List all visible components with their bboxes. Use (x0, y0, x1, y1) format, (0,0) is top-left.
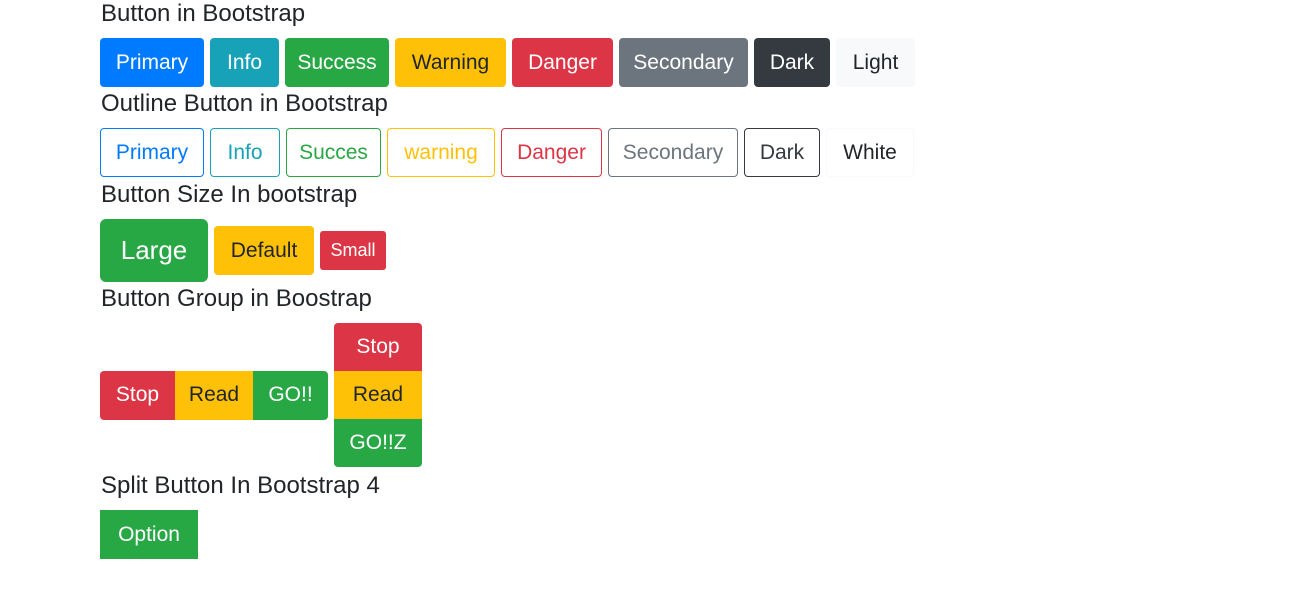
section-title-basic-buttons: Button in Bootstrap (101, 0, 306, 27)
secondary-button[interactable]: Secondary (619, 38, 748, 87)
default-button[interactable]: Default (214, 226, 314, 275)
large-button[interactable]: Large (100, 219, 208, 282)
group-go-button[interactable]: GO!! (253, 370, 328, 420)
split-button-row: Option (100, 510, 198, 559)
vgroup-go-button[interactable]: GO!!Z (334, 419, 422, 467)
warning-button[interactable]: Warning (395, 38, 506, 87)
option-button[interactable]: Option (100, 510, 198, 559)
size-buttons-row: Large Default Small (100, 219, 386, 282)
vertical-button-group: Stop Read GO!!Z (334, 323, 422, 467)
vgroup-stop-button[interactable]: Stop (334, 323, 422, 371)
info-button[interactable]: Info (210, 38, 279, 87)
outline-info-button[interactable]: Info (210, 128, 280, 177)
section-title-outline-buttons: Outline Button in Bootstrap (101, 90, 388, 117)
primary-button[interactable]: Primary (100, 38, 204, 87)
section-title-button-size: Button Size In bootstrap (101, 181, 358, 208)
danger-button[interactable]: Danger (512, 38, 613, 87)
outline-warning-button[interactable]: warning (387, 128, 495, 177)
dark-button[interactable]: Dark (754, 38, 830, 87)
outline-buttons-row: Primary Info Succes warning Danger Secon… (100, 128, 914, 177)
outline-danger-button[interactable]: Danger (501, 128, 602, 177)
outline-dark-button[interactable]: Dark (744, 128, 820, 177)
button-groups-row: Stop Read GO!! Stop Read GO!!Z (100, 323, 422, 467)
small-button[interactable]: Small (320, 231, 386, 270)
horizontal-button-group: Stop Read GO!! (100, 370, 328, 420)
section-title-split-button: Split Button In Bootstrap 4 (101, 472, 380, 499)
success-button[interactable]: Success (285, 38, 389, 87)
outline-white-button[interactable]: White (826, 128, 914, 177)
group-read-button[interactable]: Read (175, 370, 253, 420)
section-title-button-group: Button Group in Boostrap (101, 285, 372, 312)
vgroup-read-button[interactable]: Read (334, 371, 422, 419)
basic-buttons-row: Primary Info Success Warning Danger Seco… (100, 38, 915, 87)
outline-secondary-button[interactable]: Secondary (608, 128, 738, 177)
outline-primary-button[interactable]: Primary (100, 128, 204, 177)
outline-success-button[interactable]: Succes (286, 128, 381, 177)
light-button[interactable]: Light (836, 38, 915, 87)
group-stop-button[interactable]: Stop (100, 370, 175, 420)
